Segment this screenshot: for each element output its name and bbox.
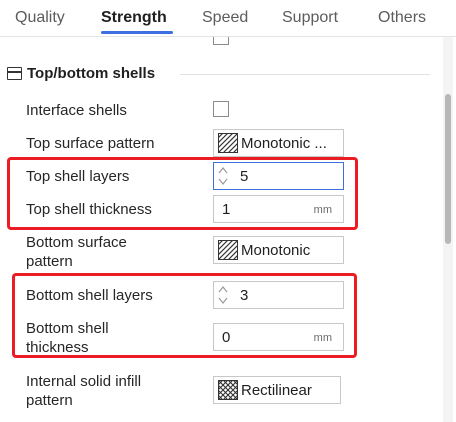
tab-support[interactable]: Support [282, 9, 338, 27]
top-shell-thickness-input[interactable]: 1 mm [213, 195, 344, 223]
bottom-shell-thickness-unit: mm [313, 332, 332, 344]
bottom-shell-thickness-label-line1: Bottom shell [26, 320, 109, 337]
internal-solid-infill-pattern-select[interactable]: Rectilinear [213, 376, 341, 404]
internal-solid-infill-pattern-value: Rectilinear [241, 381, 312, 399]
tab-quality[interactable]: Quality [15, 9, 65, 27]
internal-solid-infill-pattern-label: Internal solid infill pattern [26, 372, 141, 410]
bottom-shell-thickness-label-line2: thickness [26, 339, 89, 356]
tab-strength[interactable]: Strength [101, 9, 167, 27]
bottom-shell-layers-spinbox[interactable]: 3 [213, 281, 344, 309]
interface-shells-checkbox[interactable] [213, 101, 229, 117]
bottom-shell-layers-value: 3 [240, 287, 249, 304]
active-tab-indicator [101, 31, 173, 34]
top-shell-layers-label: Top shell layers [26, 168, 130, 185]
bottom-surface-pattern-label-line1: Bottom surface [26, 234, 127, 251]
bottom-surface-pattern-select[interactable]: Monotonic [213, 236, 344, 264]
top-surface-pattern-label: Top surface pattern [26, 135, 155, 152]
settings-panel: Top/bottom shells Interface shells Top s… [0, 37, 440, 422]
tab-bar: Quality Strength Speed Support Others [0, 0, 456, 38]
rectilinear-pattern-icon [218, 380, 238, 400]
top-shell-thickness-unit: mm [313, 204, 332, 216]
interface-shells-label: Interface shells [26, 102, 127, 119]
top-shell-thickness-label: Top shell thickness [26, 201, 152, 218]
section-title: Top/bottom shells [27, 65, 156, 82]
spin-arrows-icon[interactable] [217, 165, 229, 187]
tab-speed[interactable]: Speed [202, 9, 248, 27]
section-divider [180, 74, 430, 75]
bottom-surface-pattern-label: Bottom surface pattern [26, 233, 127, 271]
internal-solid-infill-pattern-label-line2: pattern [26, 392, 73, 409]
bottom-shell-thickness-label: Bottom shell thickness [26, 319, 109, 357]
top-shell-thickness-value: 1 [222, 201, 231, 218]
internal-solid-infill-pattern-label-line1: Internal solid infill [26, 373, 142, 390]
previous-setting-checkbox[interactable] [213, 37, 229, 45]
section-panel-icon [7, 67, 22, 80]
monotonic-pattern-icon [218, 133, 238, 153]
bottom-shell-thickness-value: 0 [222, 329, 231, 346]
bottom-surface-pattern-value: Monotonic [241, 241, 311, 259]
tab-others[interactable]: Others [378, 9, 426, 27]
top-surface-pattern-value: Monotonic ... [241, 134, 327, 152]
bottom-surface-pattern-label-line2: pattern [26, 253, 73, 270]
bottom-shell-layers-label: Bottom shell layers [26, 287, 153, 304]
top-surface-pattern-select[interactable]: Monotonic ... [213, 129, 344, 157]
bottom-shell-thickness-input[interactable]: 0 mm [213, 323, 344, 351]
top-shell-layers-value: 5 [240, 168, 249, 185]
scrollbar-thumb[interactable] [445, 94, 451, 244]
monotonic-pattern-icon [218, 240, 238, 260]
top-shell-layers-spinbox[interactable]: 5 [213, 162, 344, 190]
spin-arrows-icon[interactable] [217, 284, 229, 306]
